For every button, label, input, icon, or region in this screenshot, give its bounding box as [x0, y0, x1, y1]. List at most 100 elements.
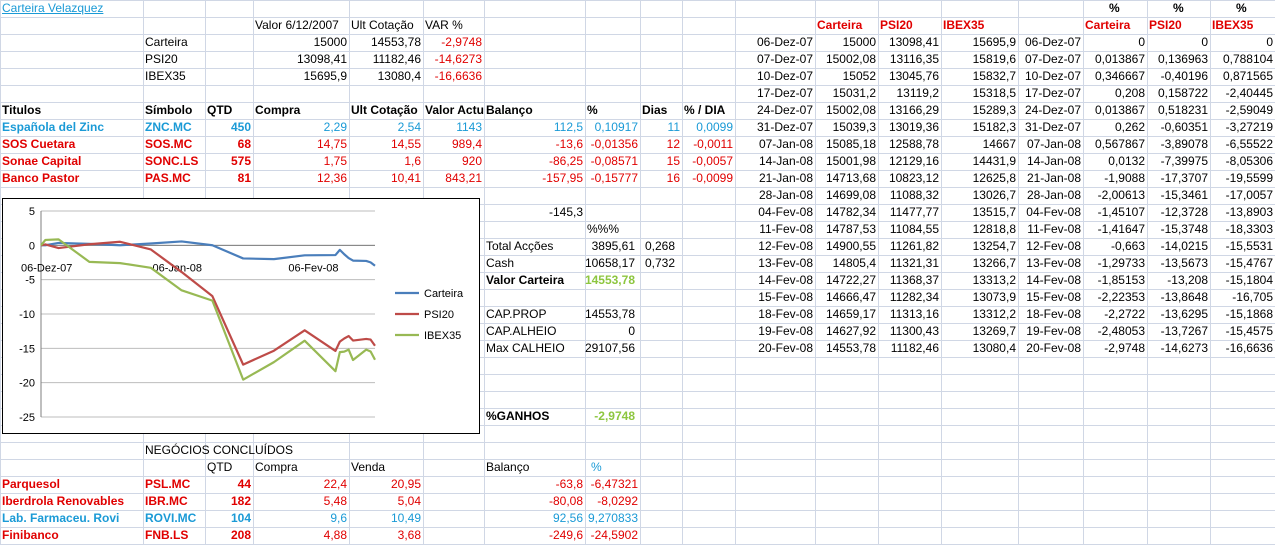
history-psi20: 11282,34	[889, 290, 939, 304]
holding-pctdia: -0,0099	[692, 171, 733, 185]
history-psi20: 11300,43	[889, 324, 939, 338]
holding-compra: 14,75	[316, 137, 347, 151]
performance-chart[interactable]: 5 0 -5 -10 -15 -20 -25 06-Dez-07 06-Jan-08 06-Fev…	[2, 198, 480, 434]
y-tick-label: -5	[25, 275, 35, 287]
history-psi20: 13166,29	[888, 103, 939, 117]
history-date2: 17-Dez-07	[1024, 86, 1081, 100]
holding-symbol: PAS.MC	[145, 171, 191, 185]
pct-header-top: %	[1236, 1, 1247, 15]
history-carteira: 15039,3	[832, 120, 876, 134]
history-date2: 28-Jan-08	[1026, 188, 1081, 202]
closed-header-venda: Venda	[351, 460, 386, 474]
summary-valor: 13098,41	[296, 52, 347, 66]
history-pct-carteira: -2,9748	[1104, 341, 1145, 355]
closed-name: Iberdrola Renovables	[2, 494, 125, 508]
history-date2: 19-Fev-08	[1026, 324, 1081, 338]
capital-value: 29107,56	[584, 341, 635, 355]
history-pct-psi20: 0,518231	[1157, 103, 1208, 117]
history-psi20: 11477,77	[889, 205, 939, 219]
history-pct-ibex35: -15,5531	[1225, 239, 1273, 253]
history-carteira: 14627,92	[825, 324, 876, 338]
pct-header: IBEX35	[1212, 18, 1254, 32]
history-carteira: 14659,17	[825, 307, 876, 321]
history-pct-ibex35: -8,05306	[1225, 154, 1273, 168]
holding-qtd: 450	[230, 120, 251, 134]
history-date2: 15-Fev-08	[1026, 290, 1081, 304]
history-date2: 14-Fev-08	[1026, 273, 1081, 287]
history-pct-psi20: -13,6295	[1160, 307, 1208, 321]
history-psi20: 11084,55	[889, 222, 939, 236]
history-carteira: 14782,34	[825, 205, 876, 219]
pct-header: Carteira	[1085, 18, 1131, 32]
history-date2: 20-Fev-08	[1026, 341, 1081, 355]
history-pct-psi20: -13,5673	[1160, 256, 1208, 270]
closed-pct: -24,5902	[590, 528, 638, 542]
history-ibex35: 13266,7	[972, 256, 1016, 270]
history-pct-psi20: -13,208	[1167, 273, 1208, 287]
history-date: 24-Dez-07	[756, 103, 813, 117]
pct-header-top: %	[1109, 1, 1120, 15]
history-psi20: 11368,37	[889, 273, 939, 287]
history-pct-carteira: 0,208	[1114, 86, 1145, 100]
history-pct-ibex35: -16,6636	[1225, 341, 1273, 355]
history-pct-ibex35: -18,3303	[1225, 222, 1273, 236]
history-carteira: 14666,47	[825, 290, 876, 304]
closed-header-balanco: Balanço	[486, 460, 530, 474]
history-pct-psi20: -3,89078	[1160, 137, 1208, 151]
closed-balanco: 92,56	[552, 511, 583, 525]
series-line-psi20	[40, 240, 376, 366]
history-psi20: 13116,35	[889, 52, 939, 66]
summary-var: -14,6273	[434, 52, 482, 66]
capital-value: 14553,78	[584, 307, 635, 321]
holding-pct: 0,10917	[594, 120, 638, 134]
history-pct-ibex35: -15,4575	[1225, 324, 1273, 338]
summary-ult: 13080,4	[377, 69, 421, 83]
history-pct-psi20: -15,3748	[1160, 222, 1208, 236]
holdings-header-dias: Dias	[642, 103, 668, 117]
holding-pct: -0,01356	[590, 137, 638, 151]
history-carteira: 15085,18	[825, 137, 876, 151]
history-date: 28-Jan-08	[758, 188, 813, 202]
ganhos-value: -2,9748	[594, 409, 635, 423]
holding-dias: 12	[666, 137, 680, 151]
history-pct-carteira: -1,45107	[1097, 205, 1145, 219]
closed-balanco: -63,8	[555, 477, 583, 491]
history-ibex35: 13515,7	[972, 205, 1016, 219]
closed-symbol: FNB.LS	[145, 528, 189, 542]
pct-label: %%%	[587, 222, 620, 236]
holding-pctdia: 0,0099	[696, 120, 733, 134]
y-tick-label: -10	[19, 309, 35, 321]
history-pct-ibex35: -15,1868	[1225, 307, 1273, 321]
holding-name: Española del Zinc	[2, 120, 105, 134]
series-line-ibex35	[40, 238, 376, 381]
y-tick-label: -15	[19, 343, 35, 355]
closed-pct: -8,0292	[597, 494, 638, 508]
history-pct-carteira: 0,567867	[1094, 137, 1145, 151]
holdings-header-compra: Compra	[255, 103, 301, 117]
closed-symbol: PSL.MC	[145, 477, 191, 491]
closed-venda: 5,04	[397, 494, 421, 508]
history-date: 12-Fev-08	[758, 239, 813, 253]
sheet-title-link[interactable]: Carteira Velazquez	[0, 0, 143, 17]
holding-valor: 1143	[456, 120, 482, 134]
holding-name: Sonae Capital	[2, 154, 82, 168]
history-pct-psi20: 0,158722	[1157, 86, 1208, 100]
chart-svg: 50-5-10-15-20-2506-Dez-07 06-Jan-08 06-Fev…	[19, 206, 464, 424]
header-valor: Valor 6/12/2007	[255, 18, 339, 32]
total-pct: 0,732	[645, 256, 676, 270]
closed-header-qtd: QTD	[207, 460, 233, 474]
history-carteira: 14699,08	[825, 188, 876, 202]
history-psi20: 10823,12	[888, 171, 939, 185]
holding-pctdia: -0,0011	[693, 137, 733, 151]
holding-qtd: 68	[237, 137, 251, 151]
valor-carteira-value: 14553,78	[584, 273, 635, 287]
history-pct-carteira: 0,0132	[1108, 154, 1145, 168]
history-ibex35: 14667	[982, 137, 1016, 151]
history-pct-psi20: -15,3461	[1160, 188, 1208, 202]
holding-valor: 989,4	[451, 137, 482, 151]
history-psi20: 13119,2	[896, 86, 940, 100]
history-ibex35: 13254,7	[972, 239, 1016, 253]
history-psi20: 13098,41	[888, 35, 939, 49]
closed-qtd: 104	[230, 511, 251, 525]
history-date: 13-Fev-08	[758, 256, 813, 270]
